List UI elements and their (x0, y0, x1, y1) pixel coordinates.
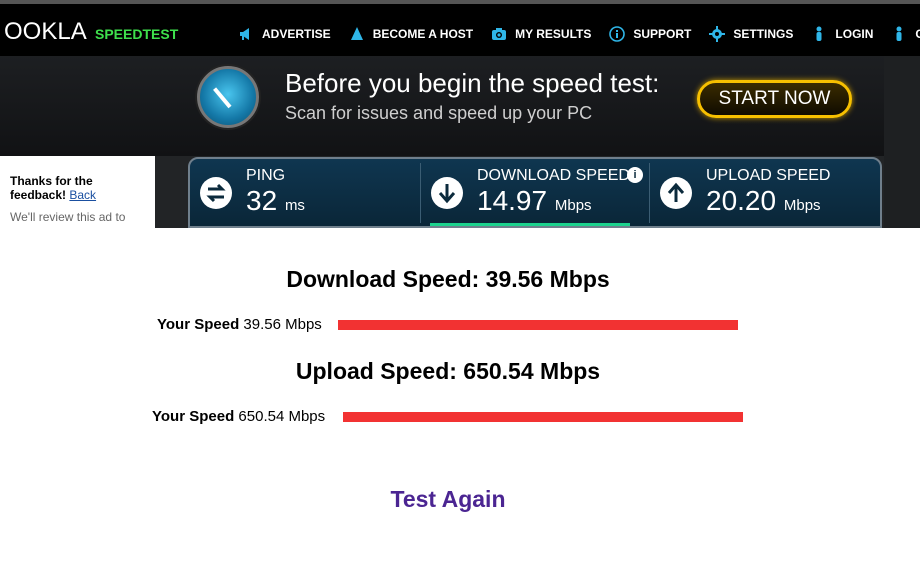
upload-cell: UPLOAD SPEED 20.20 Mbps (650, 163, 880, 223)
ping-cell: PING 32 ms (190, 163, 420, 223)
nav-my-results[interactable]: MY RESULTS (491, 26, 591, 42)
start-now-button[interactable]: START NOW (697, 80, 852, 118)
ookla-logo[interactable]: OOKLA (4, 18, 87, 46)
download-speed-title: Download Speed: 39.56 Mbps (286, 266, 610, 292)
top-navbar: OOKLA SPEEDTEST ADVERTISE BECOME A HOST … (0, 0, 920, 56)
ping-label: PING (246, 167, 286, 184)
right-edge-strip (884, 56, 920, 228)
banner-title: Before you begin the speed test: (285, 68, 660, 98)
banner-subtitle: Scan for issues and speed up your PC (285, 103, 593, 123)
nav-settings-label: SETTINGS (733, 27, 794, 41)
speedtest-page: OOKLA SPEEDTEST ADVERTISE BECOME A HOST … (0, 0, 920, 585)
nav-login-label: LOGIN (835, 27, 874, 41)
test-again-link[interactable]: Test Again (0, 486, 896, 513)
nav-login[interactable]: LOGIN (811, 26, 873, 42)
gear-icon (709, 26, 726, 42)
download-value: 14.97 (477, 185, 548, 216)
camera-icon (491, 26, 507, 42)
feedback-back-link[interactable]: Back (69, 188, 96, 202)
speedtest-brand[interactable]: SPEEDTEST (95, 26, 178, 42)
upload-speed-title: Upload Speed: 650.54 Mbps (295, 358, 601, 384)
nav-support[interactable]: SUPPORT (609, 26, 691, 42)
download-cell: DOWNLOAD SPEED 14.97 Mbps (421, 163, 649, 223)
gauge-needle (213, 87, 232, 109)
upload-value-wrap: 20.20 Mbps (706, 185, 821, 217)
progress-glow (430, 223, 630, 226)
nav-my-results-label: MY RESULTS (515, 27, 592, 41)
upload-speed-row: Your Speed 650.54 Mbps (152, 408, 325, 425)
info-icon (609, 26, 626, 42)
ping-value-wrap: 32 ms (246, 185, 305, 217)
download-value-wrap: 14.97 Mbps (477, 185, 592, 217)
nav-support-label: SUPPORT (633, 27, 692, 41)
download-speed-value: 39.56 Mbps (243, 316, 322, 333)
nav-become-a-host[interactable]: BECOME A HOST (349, 26, 473, 42)
download-unit: Mbps (554, 197, 592, 214)
nav-advertise-label: ADVERTISE (262, 27, 331, 41)
ad-feedback-box: Thanks for the feedback! Back We'll revi… (0, 158, 155, 228)
host-icon (349, 26, 365, 42)
nav-advertise[interactable]: ADVERTISE (238, 26, 331, 42)
ping-value: 32 (246, 185, 278, 216)
upload-speed-value: 650.54 Mbps (238, 408, 326, 425)
download-speed-row: Your Speed 39.56 Mbps (157, 316, 322, 333)
nav-become-a-host-label: BECOME A HOST (372, 27, 474, 41)
results-panel: PING 32 ms DOWNLOAD SPEED 14.97 Mbps i U… (188, 157, 882, 228)
nav-create-account[interactable]: CR (891, 26, 920, 42)
download-label: DOWNLOAD SPEED (477, 167, 630, 184)
ad-banner[interactable]: Before you begin the speed test: Scan fo… (0, 56, 920, 156)
download-info-icon[interactable]: i (627, 167, 643, 183)
upload-speed-bar (343, 412, 743, 422)
your-speed-label: Your Speed (157, 316, 240, 333)
speedometer-icon (197, 66, 259, 128)
download-arrow-icon (431, 177, 463, 209)
main-nav: ADVERTISE BECOME A HOST MY RESULTS SUPPO… (238, 26, 920, 42)
upload-value: 20.20 (706, 185, 777, 216)
your-speed-label: Your Speed (152, 408, 235, 425)
megaphone-icon (238, 26, 254, 42)
person-icon (891, 26, 907, 42)
download-speed-bar (338, 320, 738, 330)
swap-arrows-icon (200, 177, 232, 209)
upload-arrow-icon (660, 177, 692, 209)
ping-unit: ms (284, 197, 305, 214)
person-icon (811, 26, 827, 42)
nav-settings[interactable]: SETTINGS (709, 26, 793, 42)
upload-label: UPLOAD SPEED (706, 167, 831, 184)
upload-unit: Mbps (783, 197, 821, 214)
feedback-review-text: We'll review this ad to (10, 210, 126, 224)
nav-create-account-label: CR (915, 27, 920, 41)
